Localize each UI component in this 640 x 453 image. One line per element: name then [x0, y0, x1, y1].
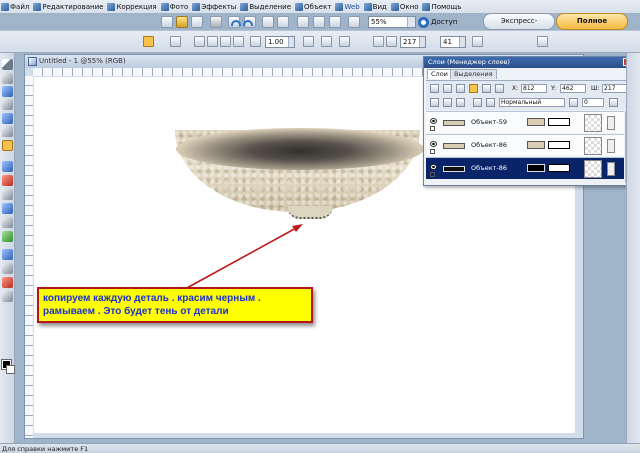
lock-icon[interactable]	[430, 172, 435, 177]
layer-mask	[548, 141, 570, 149]
width-field[interactable]: 217	[602, 84, 628, 93]
arrow-head-icon	[292, 224, 303, 232]
layer-name: Объект-86	[471, 164, 508, 172]
feather-icon[interactable]	[609, 98, 618, 107]
layers-panel: Слои (Менеджер слоев) × Слои Выделения X…	[423, 56, 635, 186]
callout-line-1: копируем каждую деталь . красим черным .	[43, 293, 261, 304]
y-field[interactable]: 462	[560, 84, 586, 93]
arrow-line	[184, 226, 299, 290]
transparency-thumbnail	[584, 114, 602, 132]
new-layer-icon[interactable]	[430, 84, 439, 93]
layer-options-icon[interactable]	[607, 162, 615, 176]
delete-layer-icon[interactable]	[473, 98, 482, 107]
layer-preview	[527, 164, 545, 172]
layer-thumbnail	[443, 166, 465, 172]
layer-options-icon[interactable]	[607, 139, 615, 153]
opacity-field[interactable]: 0	[582, 98, 604, 107]
link-icon[interactable]	[456, 98, 465, 107]
eye-icon[interactable]	[430, 98, 439, 107]
layer-thumbnail	[443, 143, 465, 149]
eye-icon[interactable]	[430, 141, 437, 147]
eye-icon[interactable]	[430, 164, 437, 170]
lock-icon[interactable]	[430, 149, 435, 154]
blend-mode-select[interactable]: Нормальный	[499, 98, 565, 107]
status-text: Для справки нажмите F1	[2, 445, 89, 453]
layer-row[interactable]: Объект-59	[426, 111, 624, 133]
blend-icon[interactable]	[486, 98, 495, 107]
transparency-thumbnail	[584, 160, 602, 178]
lock-layer-icon[interactable]	[495, 84, 504, 93]
layer-mask	[548, 164, 570, 172]
tab-layers[interactable]: Слои	[427, 69, 452, 79]
layer-thumbnail	[443, 120, 465, 126]
lock-icon[interactable]	[443, 98, 452, 107]
eye-icon[interactable]	[430, 118, 437, 124]
layer-name: Объект-59	[471, 118, 508, 126]
layer-name: Объект-86	[471, 141, 508, 149]
transparency-thumbnail	[584, 137, 602, 155]
layer-row-selected[interactable]: Объект-86	[426, 157, 624, 179]
layers-titlebar[interactable]: Слои (Менеджер слоев) ×	[424, 57, 634, 68]
layer-options-icon[interactable]	[607, 116, 615, 130]
layer-mask	[548, 118, 570, 126]
layers-toolbar: X: 812 Y: 462 Ш: 217 Нормальный 0	[426, 80, 632, 110]
lock-icon[interactable]	[430, 126, 435, 131]
duplicate-layer-icon[interactable]	[443, 84, 452, 93]
layer-mode-icon[interactable]	[482, 84, 491, 93]
layer-row[interactable]: Объект-86	[426, 134, 624, 156]
tab-masks[interactable]: Выделения	[450, 69, 497, 79]
layer-preview	[527, 141, 545, 149]
callout-line-2: рамываем . Это будет тень от детали	[43, 306, 229, 317]
merge-icon[interactable]	[456, 84, 465, 93]
opacity-icon[interactable]	[569, 98, 578, 107]
visibility-icon[interactable]	[469, 84, 478, 93]
x-field[interactable]: 812	[521, 84, 547, 93]
docker-tabs-strip[interactable]	[626, 53, 640, 443]
layers-title: Слои (Менеджер слоев)	[428, 58, 510, 66]
layer-preview	[527, 118, 545, 126]
status-bar: Для справки нажмите F1	[0, 443, 640, 453]
annotation-callout: копируем каждую деталь . красим черным .…	[37, 287, 313, 323]
